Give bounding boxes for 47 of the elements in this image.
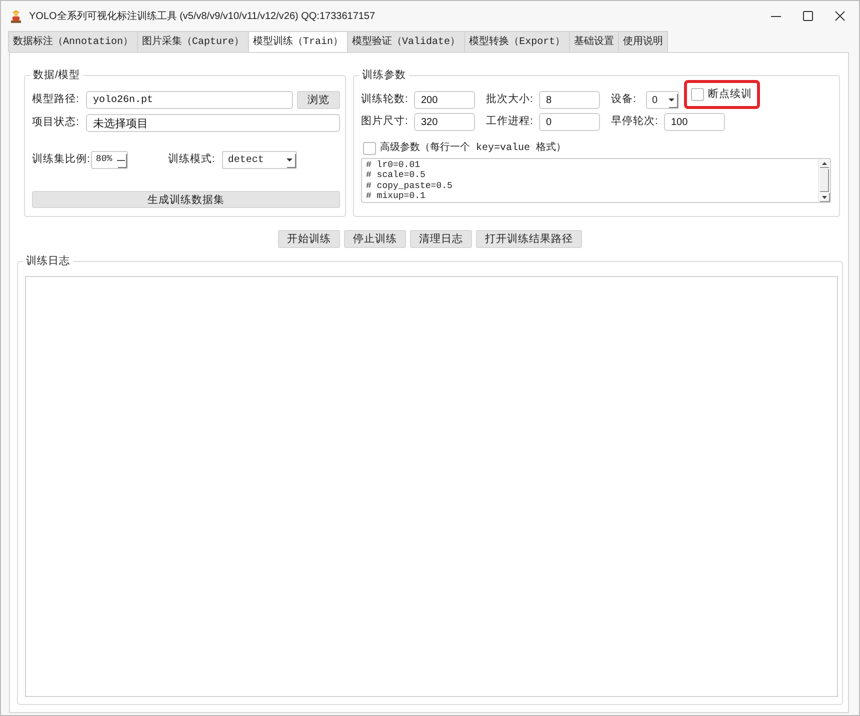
project-status-field[interactable]: 未选择项目 <box>86 114 340 132</box>
app-icon <box>10 9 22 23</box>
group-title: 数据/模型 <box>32 69 81 81</box>
stop-training-button[interactable]: 停止训练 <box>344 230 406 248</box>
tab[interactable]: 使用说明 <box>618 31 668 52</box>
field-label: 训练轮数: <box>361 92 409 108</box>
tab[interactable]: 图片采集（Capture） <box>137 31 250 52</box>
field-label: 训练集比例: <box>32 152 90 168</box>
field-label: 模型路径: <box>32 92 80 108</box>
param-field[interactable]: 200 <box>414 91 475 109</box>
field-label: 训练模式: <box>168 152 216 168</box>
close-icon <box>835 11 845 21</box>
param-field[interactable]: 8 <box>539 91 600 109</box>
spin-buttons-icon <box>116 152 127 168</box>
scrollbar-thumb[interactable] <box>820 169 829 192</box>
tab[interactable]: 模型验证（Validate） <box>347 31 466 52</box>
field-label: 设备: <box>611 92 637 108</box>
window-title: YOLO全系列可视化标注训练工具 (v5/v8/v9/v10/v11/v12/v26) QQ:1733617157 <box>29 10 376 24</box>
train-ratio-spinbox[interactable]: 80% <box>90 151 128 169</box>
train-mode-combo[interactable]: detect <box>222 151 297 169</box>
scroll-down-icon <box>819 193 830 202</box>
model-path-field[interactable]: yolo26n.pt <box>86 91 293 109</box>
maximize-icon <box>803 11 813 21</box>
device-combo[interactable]: 0 <box>646 91 679 109</box>
field-label: 批次大小: <box>486 92 534 108</box>
param-field[interactable]: 0 <box>539 113 600 131</box>
clear-log-button[interactable]: 清理日志 <box>410 230 472 248</box>
advanced-params-checkbox[interactable]: 高级参数（每行一个 key=value 格式） <box>363 140 566 156</box>
resume-checkbox[interactable]: 断点续训 <box>691 86 752 102</box>
tab[interactable]: 数据标注（Annotation） <box>8 31 138 52</box>
start-training-button[interactable]: 开始训练 <box>278 230 340 248</box>
generate-dataset-button[interactable]: 生成训练数据集 <box>32 190 340 208</box>
field-label: 项目状态: <box>32 115 80 130</box>
tab[interactable]: 模型训练（Train） <box>248 31 348 52</box>
scrollbar[interactable] <box>818 159 830 202</box>
field-label: 图片尺寸: <box>361 114 409 130</box>
open-results-folder-button[interactable]: 打开训练结果路径 <box>476 230 582 248</box>
field-label: 工作进程: <box>486 114 534 130</box>
param-field[interactable]: 320 <box>414 113 475 131</box>
tab[interactable]: 基础设置 <box>569 31 620 52</box>
tab[interactable]: 模型转换（Export） <box>464 31 570 52</box>
browse-button[interactable]: 浏览 <box>297 91 340 109</box>
group-title: 训练日志 <box>25 255 71 267</box>
group-title: 训练参数 <box>361 69 407 81</box>
param-field[interactable]: 100 <box>664 113 725 131</box>
advanced-params-field[interactable]: # lr0=0.01 # scale=0.5 # copy_paste=0.5 # mixup=0.1 <box>361 158 831 203</box>
field-label: 早停轮次: <box>611 114 659 130</box>
